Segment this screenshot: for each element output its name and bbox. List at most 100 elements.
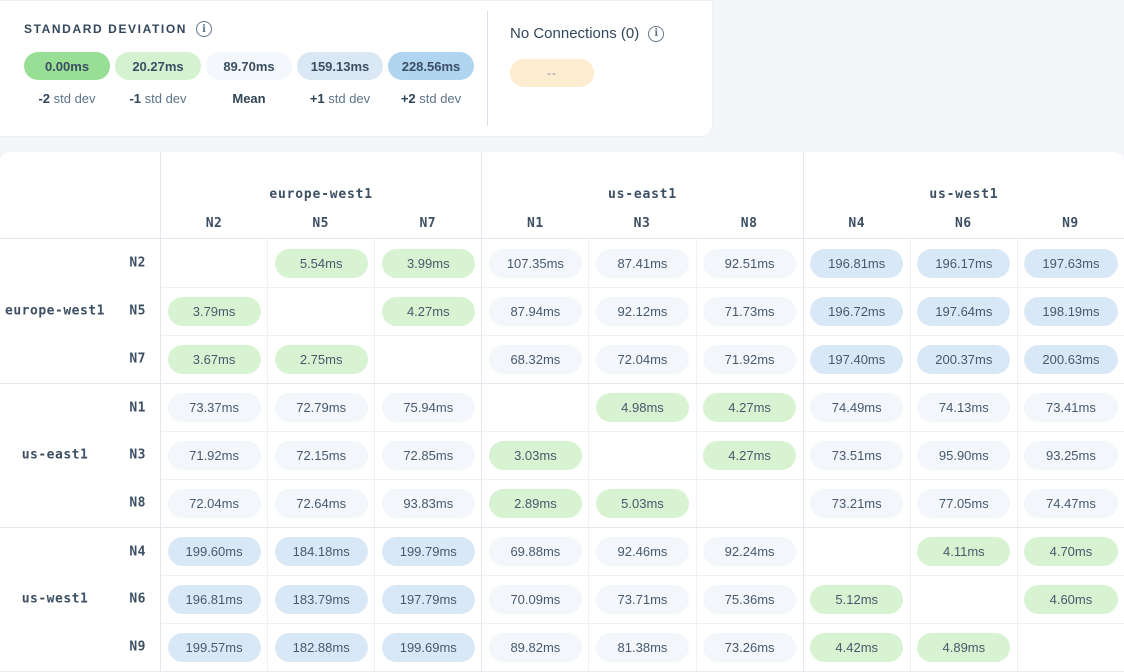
matrix-cell bbox=[267, 287, 374, 335]
matrix-cell: 70.09ms bbox=[481, 575, 588, 623]
column-node-label: N7 bbox=[374, 208, 481, 239]
matrix-cell: 196.17ms bbox=[910, 239, 1017, 287]
column-node-label: N5 bbox=[267, 208, 374, 239]
matrix-cell: 4.11ms bbox=[910, 527, 1017, 575]
matrix-cell: 93.83ms bbox=[374, 479, 481, 527]
latency-value-pill: 69.88ms bbox=[489, 537, 582, 566]
latency-value-pill: 199.60ms bbox=[168, 537, 261, 566]
matrix-cell: 197.63ms bbox=[1017, 239, 1124, 287]
latency-value-pill: 184.18ms bbox=[275, 537, 368, 566]
matrix-cell: 73.71ms bbox=[588, 575, 695, 623]
latency-value-pill: 87.41ms bbox=[596, 249, 689, 278]
latency-value-pill: 4.70ms bbox=[1024, 537, 1117, 566]
latency-value-pill: 4.60ms bbox=[1024, 585, 1117, 614]
latency-value-pill: 73.41ms bbox=[1024, 393, 1117, 422]
latency-value-pill: 182.88ms bbox=[275, 633, 368, 662]
latency-value-pill: 199.57ms bbox=[168, 633, 261, 662]
matrix-cell: 92.12ms bbox=[588, 287, 695, 335]
matrix-cell: 92.24ms bbox=[696, 527, 803, 575]
matrix-cell: 81.38ms bbox=[588, 623, 695, 671]
latency-value-pill: 71.92ms bbox=[703, 345, 796, 374]
matrix-cell: 72.85ms bbox=[374, 431, 481, 479]
latency-matrix-card: europe-west1us-east1us-west1N2N5N7N1N3N8… bbox=[0, 152, 1124, 672]
row-label-cell: N8 bbox=[0, 479, 160, 527]
matrix-cell bbox=[374, 335, 481, 383]
matrix-cell: 3.99ms bbox=[374, 239, 481, 287]
latency-value-pill: 198.19ms bbox=[1024, 297, 1117, 326]
row-label-cell: N2 bbox=[0, 239, 160, 287]
matrix-corner bbox=[0, 152, 160, 208]
matrix-cell: 75.36ms bbox=[696, 575, 803, 623]
matrix-cell: 73.37ms bbox=[160, 383, 267, 431]
row-node-label: N9 bbox=[129, 640, 146, 655]
matrix-cell: 73.21ms bbox=[803, 479, 910, 527]
latency-value-pill: 73.26ms bbox=[703, 633, 796, 662]
latency-value-pill: 3.03ms bbox=[489, 441, 582, 470]
latency-value-pill: 72.15ms bbox=[275, 441, 368, 470]
latency-value-pill: 197.63ms bbox=[1024, 249, 1117, 278]
latency-value-pill: 73.21ms bbox=[810, 489, 903, 518]
latency-value-pill: 3.99ms bbox=[382, 249, 475, 278]
latency-value-pill: 196.81ms bbox=[168, 585, 261, 614]
matrix-cell bbox=[803, 527, 910, 575]
row-label-cell: N4 bbox=[0, 527, 160, 575]
row-node-label: N5 bbox=[129, 304, 146, 319]
info-icon[interactable] bbox=[648, 26, 664, 42]
latency-value-pill: 2.89ms bbox=[489, 489, 582, 518]
row-node-label: N8 bbox=[129, 496, 146, 511]
latency-value-pill: 200.63ms bbox=[1024, 345, 1117, 374]
matrix-cell: 197.64ms bbox=[910, 287, 1017, 335]
latency-value-pill: 92.24ms bbox=[703, 537, 796, 566]
row-region-label: us-east1 bbox=[0, 448, 110, 463]
matrix-cell: 73.26ms bbox=[696, 623, 803, 671]
latency-value-pill: 5.12ms bbox=[810, 585, 903, 614]
matrix-cell: 68.32ms bbox=[481, 335, 588, 383]
latency-value-pill: 72.04ms bbox=[596, 345, 689, 374]
matrix-cell bbox=[1017, 623, 1124, 671]
latency-value-pill: 89.82ms bbox=[489, 633, 582, 662]
matrix-cell: 71.92ms bbox=[160, 431, 267, 479]
latency-value-pill: 4.27ms bbox=[703, 441, 796, 470]
info-icon[interactable] bbox=[196, 21, 212, 37]
matrix-corner bbox=[0, 208, 160, 239]
latency-value-pill: 77.05ms bbox=[917, 489, 1010, 518]
matrix-cell: 3.03ms bbox=[481, 431, 588, 479]
row-node-label: N4 bbox=[129, 544, 146, 559]
row-region-label: us-west1 bbox=[0, 592, 110, 607]
stddev-pill: 228.56ms bbox=[388, 52, 474, 80]
stddev-label: -1 std dev bbox=[115, 91, 201, 106]
matrix-cell: 199.69ms bbox=[374, 623, 481, 671]
matrix-cell: 4.70ms bbox=[1017, 527, 1124, 575]
matrix-cell: 77.05ms bbox=[910, 479, 1017, 527]
latency-value-pill: 5.54ms bbox=[275, 249, 368, 278]
stddev-labels-row: -2 std dev-1 std devMean+1 std dev+2 std… bbox=[24, 91, 688, 106]
stddev-label: +1 std dev bbox=[297, 91, 383, 106]
latency-value-pill: 73.37ms bbox=[168, 393, 261, 422]
row-node-label: N7 bbox=[129, 352, 146, 367]
matrix-cell: 200.63ms bbox=[1017, 335, 1124, 383]
column-node-label: N4 bbox=[803, 208, 910, 239]
latency-value-pill: 93.83ms bbox=[382, 489, 475, 518]
latency-value-pill: 3.67ms bbox=[168, 345, 261, 374]
latency-value-pill: 72.79ms bbox=[275, 393, 368, 422]
matrix-cell: 2.89ms bbox=[481, 479, 588, 527]
matrix-cell: 72.04ms bbox=[588, 335, 695, 383]
latency-value-pill: 4.11ms bbox=[917, 537, 1010, 566]
latency-value-pill: 197.79ms bbox=[382, 585, 475, 614]
stddev-label: Mean bbox=[206, 91, 292, 106]
matrix-cell: 2.75ms bbox=[267, 335, 374, 383]
matrix-cell: 72.15ms bbox=[267, 431, 374, 479]
matrix-cell: 74.13ms bbox=[910, 383, 1017, 431]
matrix-cell: 199.57ms bbox=[160, 623, 267, 671]
matrix-cell: 199.60ms bbox=[160, 527, 267, 575]
matrix-cell: 87.41ms bbox=[588, 239, 695, 287]
matrix-cell: 5.54ms bbox=[267, 239, 374, 287]
matrix-cell: 74.49ms bbox=[803, 383, 910, 431]
matrix-cell: 4.27ms bbox=[696, 383, 803, 431]
stddev-label: +2 std dev bbox=[388, 91, 474, 106]
row-node-label: N6 bbox=[129, 592, 146, 607]
column-node-label: N2 bbox=[160, 208, 267, 239]
latency-value-pill: 197.40ms bbox=[810, 345, 903, 374]
matrix-cell: 92.51ms bbox=[696, 239, 803, 287]
stddev-pill: 0.00ms bbox=[24, 52, 110, 80]
